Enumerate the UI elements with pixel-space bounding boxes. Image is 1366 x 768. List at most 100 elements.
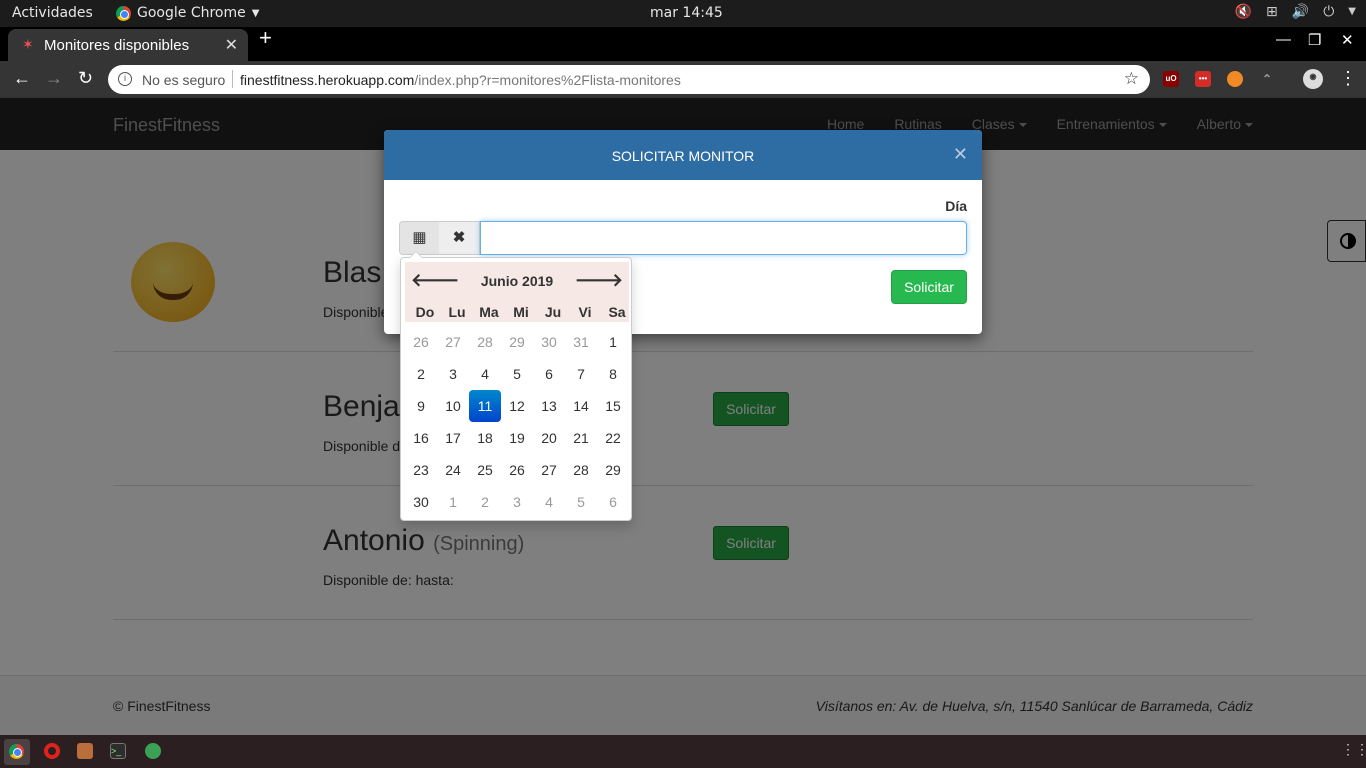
day-cell[interactable]: 14	[565, 390, 597, 422]
info-icon[interactable]: i	[118, 72, 132, 86]
address-bar[interactable]: i No es seguro finestfitness.herokuapp.c…	[108, 65, 1150, 94]
chevron-down-icon: ▼	[1348, 6, 1356, 17]
security-label: No es seguro	[142, 72, 226, 88]
day-cell[interactable]: 18	[469, 422, 501, 454]
day-cell[interactable]: 6	[533, 358, 565, 390]
ublock-icon[interactable]: uO	[1163, 71, 1179, 87]
day-cell[interactable]: 30	[533, 326, 565, 358]
day-cell[interactable]: 6	[597, 486, 629, 518]
bookmark-star-icon[interactable]: ☆	[1124, 69, 1139, 89]
terminal-dock-icon[interactable]: >_	[110, 743, 126, 759]
calendar-icon: ▦	[412, 229, 427, 246]
day-cell[interactable]: 30	[405, 486, 437, 518]
divider	[232, 70, 233, 88]
chrome-icon	[9, 744, 24, 759]
weekday-label: Ma	[479, 304, 499, 320]
day-cell[interactable]: 24	[437, 454, 469, 486]
modal-header: SOLICITAR MONITOR ✕	[384, 130, 982, 180]
system-top-bar: Actividades Google Chrome ▼ mar 14:45 🔇 …	[0, 0, 1366, 27]
day-cell[interactable]: 22	[597, 422, 629, 454]
favicon-icon: ✶	[22, 36, 34, 52]
reload-button[interactable]: ↻	[78, 68, 93, 89]
day-grid: 26 27 28 29 30 31 1 2 3 4 5 6 7 8 9 10 11 12 13 14 15 16 17 18 1…	[405, 326, 629, 518]
calendar-button[interactable]: ▦	[399, 221, 440, 255]
weekday-label: Mi	[513, 304, 529, 320]
minimize-button[interactable]: —	[1276, 31, 1291, 48]
day-cell[interactable]: 27	[533, 454, 565, 486]
mic-muted-icon: 🔇	[1234, 4, 1253, 20]
browser-toolbar: ← → ↻ i No es seguro finestfitness.herok…	[0, 61, 1366, 98]
day-cell[interactable]: 26	[501, 454, 533, 486]
opera-dock-icon[interactable]	[44, 743, 60, 759]
system-tray[interactable]: 🔇 ⊞ 🔊 ⏻ ▼	[1235, 4, 1356, 20]
day-cell[interactable]: 25	[469, 454, 501, 486]
app-dock-icon[interactable]	[145, 743, 161, 759]
day-cell[interactable]: 5	[501, 358, 533, 390]
day-cell[interactable]: 9	[405, 390, 437, 422]
files-dock-icon[interactable]	[77, 743, 93, 759]
day-cell[interactable]: 28	[565, 454, 597, 486]
modal-title: SOLICITAR MONITOR	[611, 148, 755, 164]
next-month-arrow-icon[interactable]: 🡒	[575, 270, 623, 291]
day-cell[interactable]: 13	[533, 390, 565, 422]
chrome-dock-icon[interactable]	[4, 739, 30, 765]
day-cell[interactable]: 3	[501, 486, 533, 518]
weekday-label: Do	[415, 304, 435, 320]
activities-button[interactable]: Actividades	[12, 5, 93, 21]
url-host: finestfitness.herokuapp.com	[240, 72, 415, 88]
day-cell[interactable]: 4	[469, 358, 501, 390]
day-cell[interactable]: 4	[533, 486, 565, 518]
submit-solicitar-button[interactable]: Solicitar	[891, 270, 967, 304]
day-label: Día	[945, 198, 967, 214]
weekday-label: Vi	[578, 304, 592, 320]
day-cell[interactable]: 31	[565, 326, 597, 358]
day-cell[interactable]: 2	[469, 486, 501, 518]
day-cell[interactable]: 16	[405, 422, 437, 454]
day-cell[interactable]: 15	[597, 390, 629, 422]
day-cell[interactable]: 29	[501, 326, 533, 358]
day-cell[interactable]: 21	[565, 422, 597, 454]
day-cell[interactable]: 1	[597, 326, 629, 358]
day-cell-selected[interactable]: 11	[469, 390, 501, 422]
day-cell[interactable]: 2	[405, 358, 437, 390]
show-apps-icon[interactable]: ⋮⋮	[1341, 741, 1366, 757]
extension-gray-icon[interactable]: ⌃	[1259, 71, 1275, 87]
url-text[interactable]: finestfitness.herokuapp.com/index.php?r=…	[240, 72, 681, 88]
new-tab-button[interactable]: +	[259, 25, 272, 51]
day-cell[interactable]: 10	[437, 390, 469, 422]
day-cell[interactable]: 19	[501, 422, 533, 454]
day-cell[interactable]: 3	[437, 358, 469, 390]
forward-button[interactable]: →	[45, 68, 63, 89]
day-cell[interactable]: 8	[597, 358, 629, 390]
day-cell[interactable]: 17	[437, 422, 469, 454]
clock[interactable]: mar 14:45	[650, 5, 723, 21]
day-cell[interactable]: 29	[597, 454, 629, 486]
day-cell[interactable]: 20	[533, 422, 565, 454]
day-cell[interactable]: 1	[437, 486, 469, 518]
volume-icon: 🔊	[1291, 4, 1310, 20]
day-cell[interactable]: 28	[469, 326, 501, 358]
day-cell[interactable]: 5	[565, 486, 597, 518]
day-cell[interactable]: 12	[501, 390, 533, 422]
day-cell[interactable]: 7	[565, 358, 597, 390]
back-button[interactable]: ←	[13, 68, 31, 89]
app-name: Google Chrome	[137, 5, 246, 21]
day-cell[interactable]: 26	[405, 326, 437, 358]
day-cell[interactable]: 27	[437, 326, 469, 358]
clear-date-button[interactable]: ✖	[439, 221, 480, 255]
day-input[interactable]	[480, 221, 967, 255]
lastpass-icon[interactable]: •••	[1195, 71, 1211, 87]
power-icon: ⏻	[1323, 4, 1335, 20]
restore-button[interactable]: ❐	[1308, 31, 1321, 49]
close-icon[interactable]: ✕	[953, 144, 968, 165]
datepicker-header: 🡐 Junio 2019 🡒 Do Lu Ma Mi Ju Vi Sa	[405, 262, 629, 322]
extension-orange-icon[interactable]	[1227, 71, 1243, 87]
close-window-button[interactable]: ✕	[1341, 31, 1354, 49]
day-cell[interactable]: 23	[405, 454, 437, 486]
network-icon: ⊞	[1266, 4, 1278, 20]
menu-kebab-icon[interactable]: ⋮	[1339, 68, 1357, 89]
tab-close-icon[interactable]: ✕	[225, 35, 238, 55]
profile-avatar-icon[interactable]: ◉	[1303, 69, 1323, 89]
browser-tab[interactable]: ✶ Monitores disponibles ✕	[8, 29, 248, 61]
app-menu[interactable]: Google Chrome ▼	[116, 5, 259, 21]
